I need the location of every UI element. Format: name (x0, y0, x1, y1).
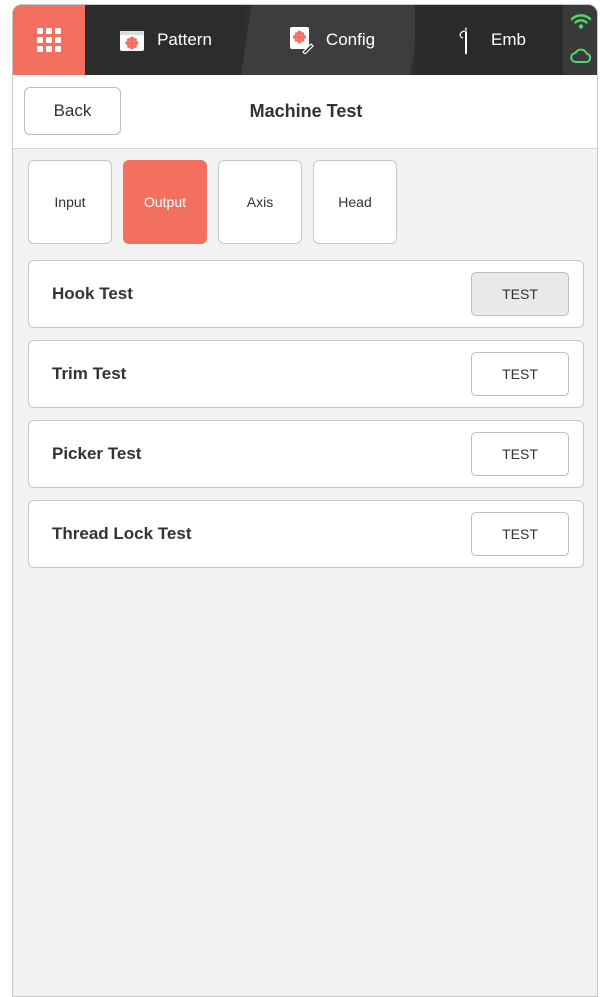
picker-test-button[interactable]: TEST (471, 432, 569, 476)
test-label: Picker Test (52, 444, 142, 463)
test-row-thread-lock: Thread Lock Test TEST (28, 500, 584, 568)
nav-tab-label: Emb (491, 30, 526, 49)
wifi-icon (570, 12, 592, 35)
cloud-icon (570, 48, 592, 69)
needle-icon (452, 26, 480, 55)
tab-input[interactable]: Input (28, 160, 112, 244)
pattern-icon (118, 26, 146, 54)
test-row-hook: Hook Test TEST (28, 260, 584, 328)
nav-tab-pattern[interactable]: Pattern (85, 5, 245, 75)
nav-tab-label: Pattern (157, 30, 212, 49)
top-nav-bar: Pattern Config Emb (13, 5, 597, 75)
tab-output[interactable]: Output (123, 160, 207, 244)
output-test-list: Hook Test TEST Trim Test TEST Picker Tes… (28, 260, 584, 580)
nav-tab-label: Config (325, 30, 376, 49)
test-row-trim: Trim Test TEST (28, 340, 584, 408)
test-label: Hook Test (52, 284, 133, 303)
connection-status (563, 5, 597, 75)
apps-menu-button[interactable] (13, 5, 85, 75)
tab-axis[interactable]: Axis (218, 160, 302, 244)
hook-test-button[interactable]: TEST (471, 272, 569, 316)
thread-lock-test-button[interactable]: TEST (471, 512, 569, 556)
app-window: Pattern Config Emb Back Machine Test Inp… (12, 4, 598, 997)
test-label: Thread Lock Test (52, 524, 192, 543)
apps-grid-icon (37, 28, 61, 52)
config-icon (287, 26, 315, 54)
nav-tab-config[interactable]: Config (241, 5, 421, 75)
nav-tab-emb[interactable]: Emb (415, 5, 563, 75)
test-category-tabs: Input Output Axis Head (28, 160, 397, 244)
tab-head[interactable]: Head (313, 160, 397, 244)
test-label: Trim Test (52, 364, 127, 383)
page-header: Back Machine Test (13, 75, 597, 149)
trim-test-button[interactable]: TEST (471, 352, 569, 396)
test-row-picker: Picker Test TEST (28, 420, 584, 488)
back-button[interactable]: Back (24, 87, 121, 135)
